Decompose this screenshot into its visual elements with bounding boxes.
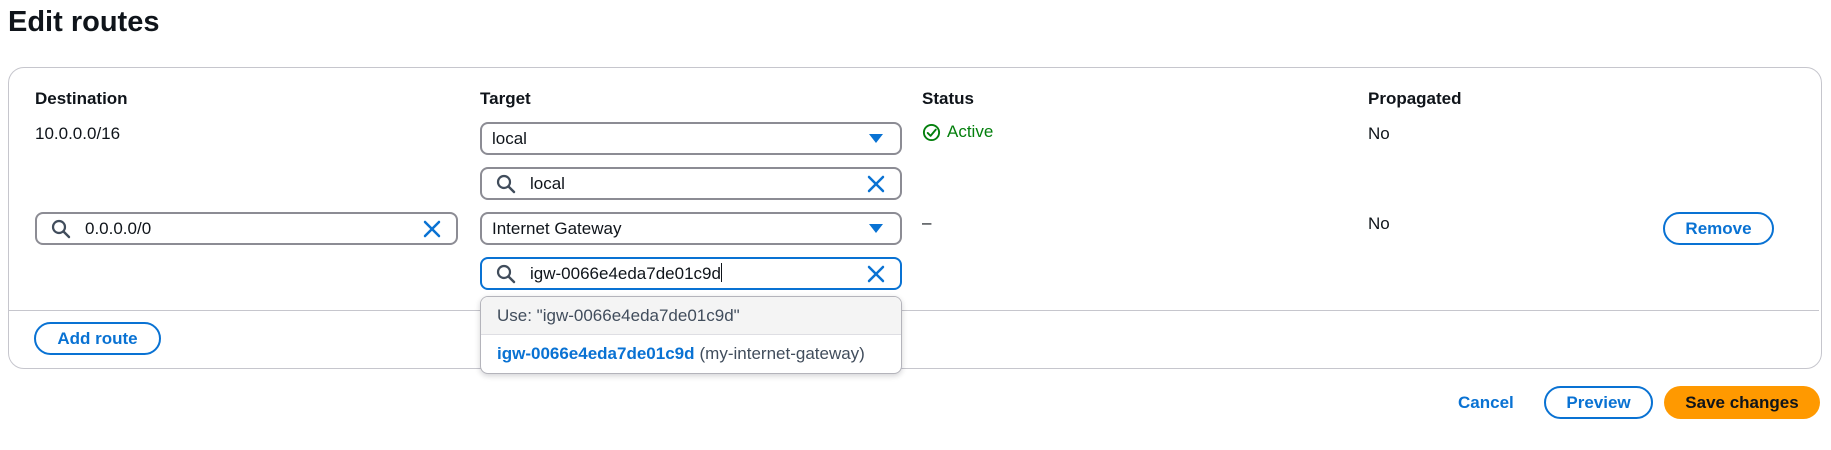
row1-status: Active [922, 122, 993, 142]
row2-propagated: No [1368, 214, 1390, 233]
close-icon[interactable] [864, 172, 888, 196]
row1-target-select-value: local [492, 128, 527, 148]
header-destination: Destination [35, 89, 128, 108]
row1-propagated: No [1368, 124, 1390, 143]
search-icon [51, 219, 77, 239]
caret-down-icon [866, 132, 886, 146]
remove-button[interactable]: Remove [1663, 212, 1774, 245]
check-circle-icon [922, 123, 941, 142]
row2-status: – [922, 213, 932, 232]
text-cursor [720, 263, 722, 282]
row2-target-select[interactable]: Internet Gateway [480, 212, 902, 245]
dropdown-option-id: igw-0066e4eda7de01c9d [497, 343, 695, 363]
caret-down-icon [866, 222, 886, 236]
close-icon[interactable] [420, 217, 444, 241]
page-title: Edit routes [8, 6, 160, 38]
row1-target-select[interactable]: local [480, 122, 902, 155]
divider [9, 310, 1819, 311]
dropdown-use-label: Use: "igw-0066e4eda7de01c9d" [497, 305, 740, 325]
row2-destination-value: 0.0.0.0/0 [85, 218, 152, 238]
row1-target-search[interactable]: local [480, 167, 902, 200]
add-route-button[interactable]: Add route [34, 322, 161, 355]
row2-target-search[interactable]: igw-0066e4eda7de01c9d [480, 257, 902, 290]
target-suggestions-dropdown: Use: "igw-0066e4eda7de01c9d" igw-0066e4e… [480, 296, 902, 374]
row2-target-select-value: Internet Gateway [492, 218, 622, 238]
row1-target-search-value: local [530, 173, 565, 193]
row2-target-search-value: igw-0066e4eda7de01c9d [530, 264, 721, 283]
preview-button[interactable]: Preview [1544, 386, 1653, 419]
search-icon [496, 264, 522, 284]
dropdown-use-option[interactable]: Use: "igw-0066e4eda7de01c9d" [481, 297, 901, 335]
row1-status-label: Active [947, 122, 994, 141]
cancel-button[interactable]: Cancel [1458, 393, 1514, 413]
close-icon[interactable] [864, 262, 888, 286]
dropdown-option[interactable]: igw-0066e4eda7de01c9d (my-internet-gatew… [481, 335, 901, 372]
save-changes-button[interactable]: Save changes [1664, 386, 1820, 419]
header-propagated: Propagated [1368, 89, 1462, 108]
header-target: Target [480, 89, 531, 108]
row2-destination-input[interactable]: 0.0.0.0/0 [35, 212, 458, 245]
dropdown-option-description: (my-internet-gateway) [699, 343, 865, 363]
row1-destination: 10.0.0.0/16 [35, 124, 121, 143]
search-icon [496, 174, 522, 194]
header-status: Status [922, 89, 974, 108]
